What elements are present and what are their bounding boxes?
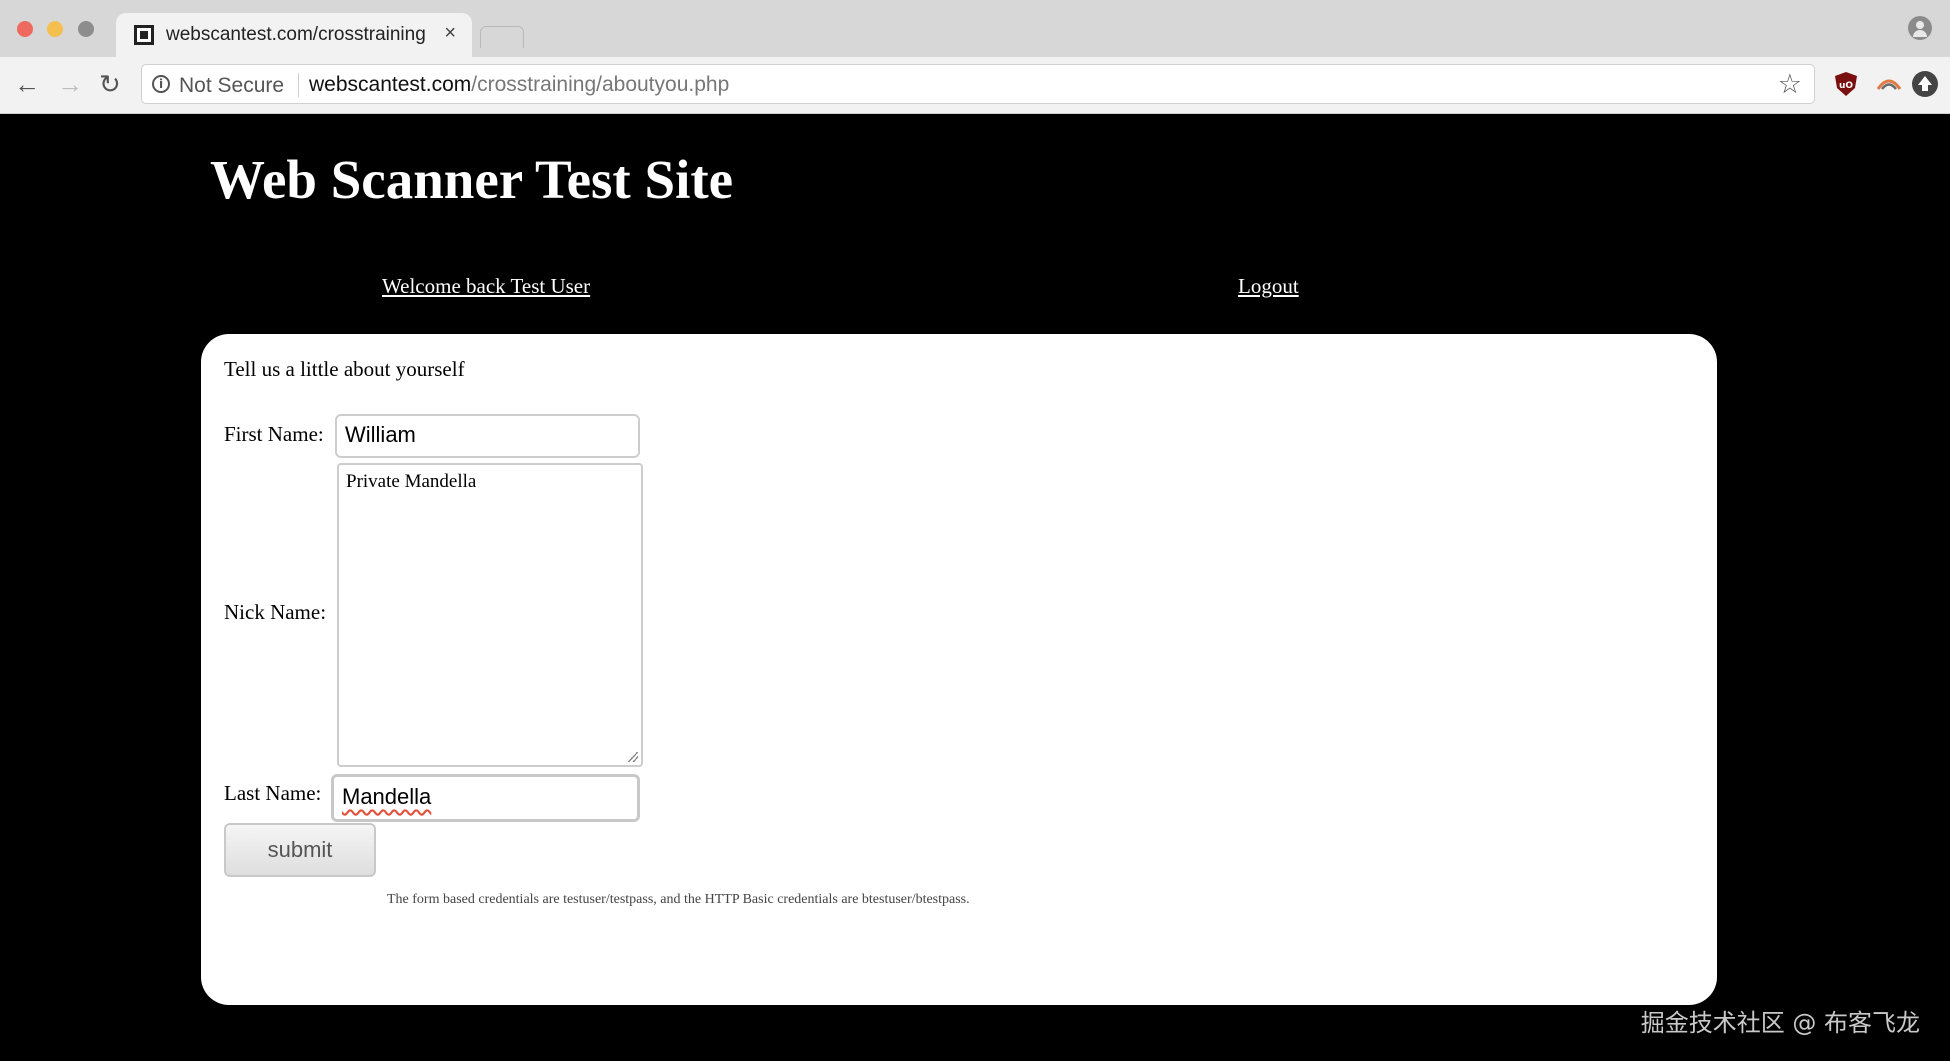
tab-title: webscantest.com/crosstraining [166,24,426,45]
nick-name-textarea[interactable]: Private Mandella [337,463,643,767]
ublock-icon[interactable]: uO [1834,71,1860,97]
close-icon[interactable]: × [444,22,456,45]
browser-tab-bar: webscantest.com/crosstraining × [0,0,1950,57]
back-icon[interactable]: ← [14,70,40,98]
resize-grip-icon[interactable] [628,752,638,762]
page-content: Web Scanner Test Site Welcome back Test … [0,114,1950,1061]
first-name-label: First Name: [224,422,324,446]
site-title: Web Scanner Test Site [210,149,734,210]
favicon-icon [134,25,154,45]
last-name-value: Mandella [342,784,432,809]
first-name-field[interactable]: William [335,414,640,458]
security-label[interactable]: Not Secure [179,74,284,98]
url-host: webscantest.com [309,73,472,96]
window-zoom-button[interactable] [78,21,94,37]
browser-toolbar: ← → ↻ i Not Secure webscantest.com/cross… [0,57,1950,114]
window-close-button[interactable] [17,21,33,37]
svg-text:uO: uO [1839,81,1853,91]
form-intro: Tell us a little about yourself [224,357,465,381]
forward-icon[interactable]: → [57,70,83,98]
credentials-note: The form based credentials are testuser/… [387,892,970,907]
arc-extension-icon[interactable] [1876,71,1902,97]
logout-link[interactable]: Logout [1238,274,1299,299]
reload-icon[interactable]: ↻ [99,70,121,98]
window-minimize-button[interactable] [47,21,63,37]
form-panel: Tell us a little about yourself First Na… [201,334,1717,1005]
submit-button[interactable]: submit [224,823,376,877]
welcome-link[interactable]: Welcome back Test User [382,274,590,299]
watermark: 掘金技术社区 @ 布客飞龙 [1640,1009,1920,1037]
nick-name-value: Private Mandella [346,471,477,492]
first-name-value: William [345,422,416,447]
last-name-label: Last Name: [224,781,322,805]
url-path: /crosstraining/aboutyou.php [471,73,730,96]
last-name-field[interactable]: Mandella [331,774,640,822]
browser-tab[interactable]: webscantest.com/crosstraining × [116,13,472,57]
address-separator [298,73,299,97]
profile-icon[interactable] [1908,16,1932,40]
upload-extension-icon[interactable] [1912,71,1938,97]
nick-name-label: Nick Name: [224,600,327,624]
star-icon[interactable]: ☆ [1778,69,1802,100]
info-icon[interactable]: i [152,75,170,93]
new-tab-button[interactable] [480,26,524,48]
url-text[interactable]: webscantest.com/crosstraining/aboutyou.p… [309,73,729,97]
address-bar[interactable]: i Not Secure webscantest.com/crosstraini… [141,64,1815,104]
